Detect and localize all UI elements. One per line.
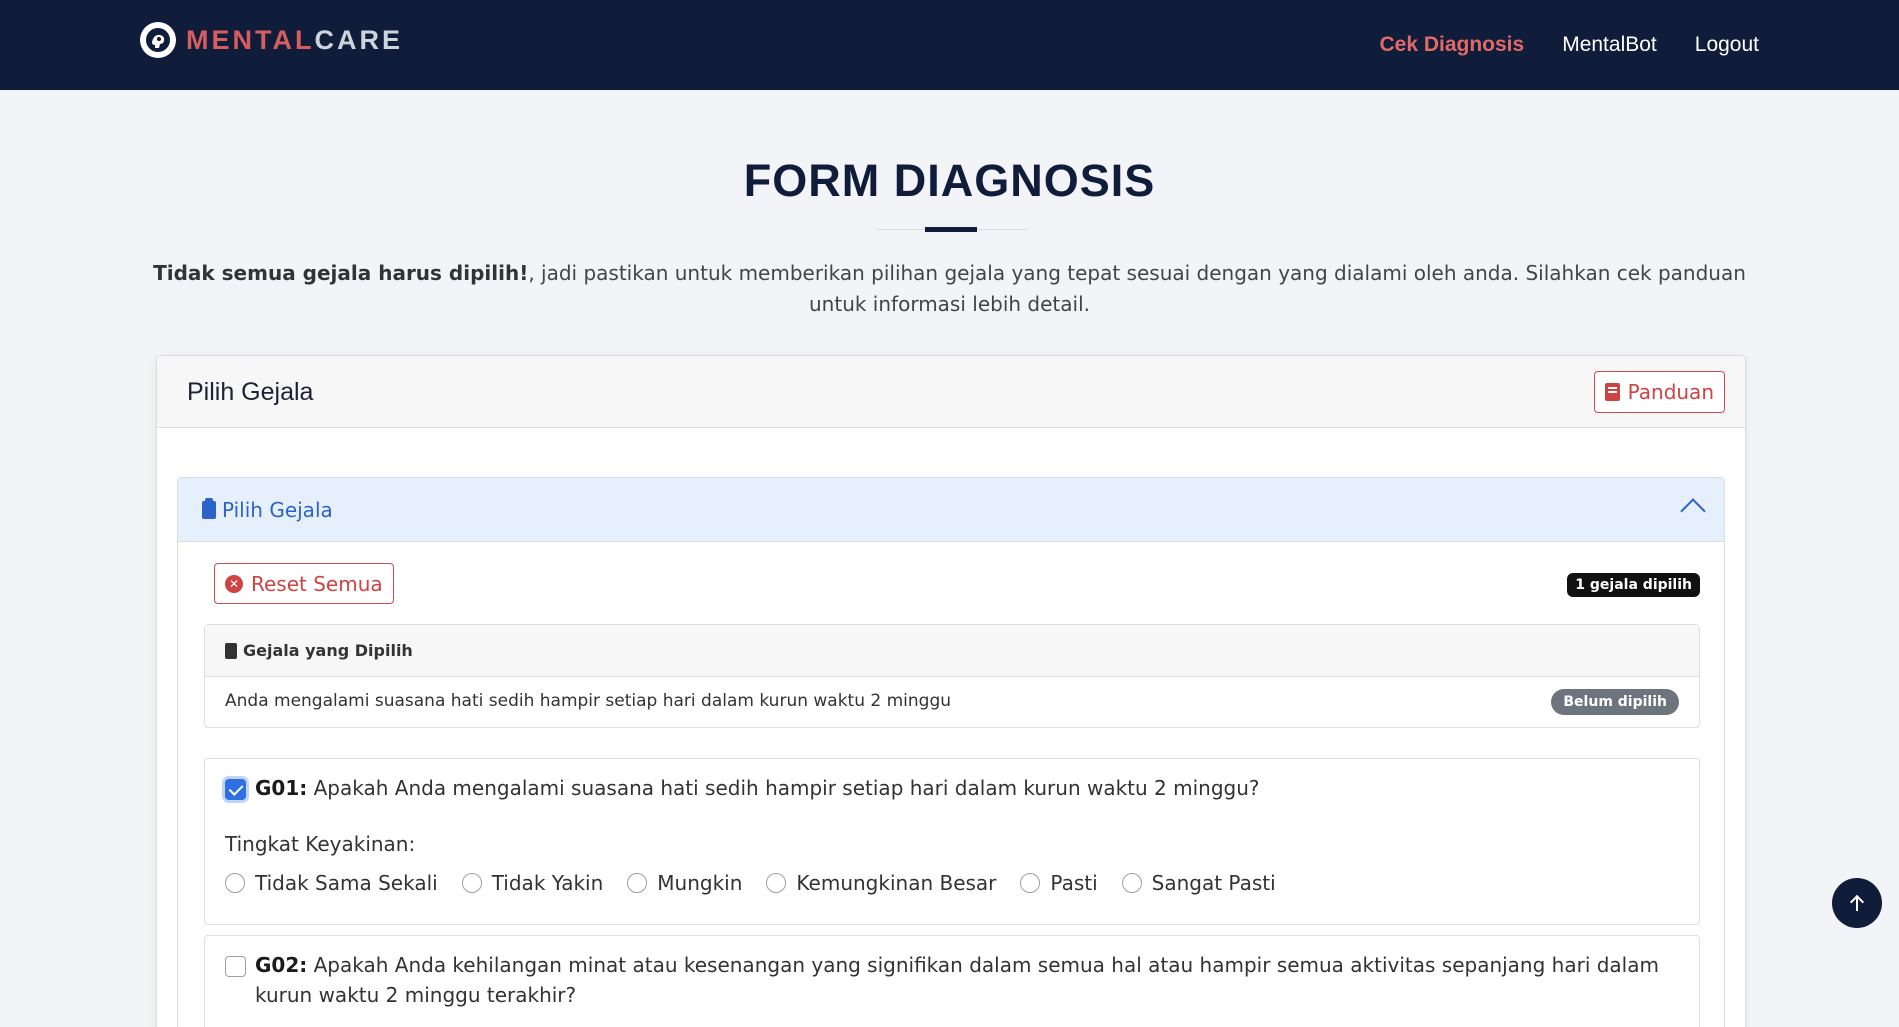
question-text-g02: G02: Apakah Anda kehilangan minat atau k… [255,950,1681,1010]
radio-button[interactable] [1121,873,1142,893]
brand-name-part1: MENTAL [186,24,315,55]
nav-link-mentalbot[interactable]: MentalBot [1562,33,1657,57]
radio-button[interactable] [1020,873,1041,893]
option-label: Sangat Pasti [1151,871,1276,895]
card-header: Pilih Gejala Panduan [157,356,1745,428]
confidence-option-mungkin[interactable]: Mungkin [627,871,742,895]
radio-button[interactable] [766,873,787,893]
reset-all-button[interactable]: ✕ Reset Semua [214,563,394,604]
intro-rest: , jadi pastikan untuk memberikan pilihan… [528,261,1746,316]
option-label: Kemungkinan Besar [796,871,997,895]
question-text-g01: G01: Apakah Anda mengalami suasana hati … [255,773,1681,803]
option-label: Tidak Sama Sekali [255,871,438,895]
brain-logo-icon [140,22,176,58]
option-label: Pasti [1050,871,1098,895]
question-code-g02: G02: [255,953,308,977]
question-card-g02: G02: Apakah Anda kehilangan minat atau k… [204,935,1700,1027]
clipboard-icon [202,498,216,519]
symptom-checkbox-g02[interactable] [225,956,246,977]
nav-link-cek-diagnosis[interactable]: Cek Diagnosis [1379,33,1524,57]
confidence-option-pasti[interactable]: Pasti [1020,871,1098,895]
confidence-label: Tingkat Keyakinan: [225,832,416,856]
guide-button[interactable]: Panduan [1593,371,1725,413]
navbar: MENTALCARE Cek Diagnosis MentalBot Logou… [0,0,1899,90]
close-circle-icon: ✕ [225,574,243,593]
title-divider-bar [925,227,977,232]
question-body-g02: Apakah Anda kehilangan minat atau kesena… [255,953,1659,1007]
reset-all-label: Reset Semua [251,571,383,596]
guide-button-label: Panduan [1627,380,1714,404]
selected-symptom-item: Anda mengalami suasana hati sedih hampir… [225,691,952,711]
nav-link-logout[interactable]: Logout [1695,33,1759,57]
book-icon [1604,383,1620,401]
option-label: Mungkin [657,871,743,895]
symptom-accordion: Pilih Gejala ✕ Reset Semua 1 gejala dipi… [177,477,1725,1027]
arrow-up-icon [1850,895,1864,911]
radio-button[interactable] [461,873,482,893]
brand-logo-link[interactable]: MENTALCARE [140,22,403,58]
intro-bold: Tidak semua gejala harus dipilih! [153,261,529,285]
clipboard-check-icon [225,642,237,659]
accordion-title-label: Pilih Gejala [222,498,333,522]
confidence-option-tidak-yakin[interactable]: Tidak Yakin [461,871,604,895]
selected-symptoms-title: Gejala yang Dipilih [225,641,413,660]
scroll-to-top-button[interactable] [1832,878,1882,928]
confidence-options: Tidak Sama Sekali Tidak Yakin Mungkin Ke… [225,871,1300,895]
selected-count-badge: 1 gejala dipilih [1567,573,1700,597]
confidence-option-kemungkinan-besar[interactable]: Kemungkinan Besar [766,871,996,895]
question-body-g01: Apakah Anda mengalami suasana hati sedih… [307,776,1260,800]
confidence-option-tidak-sama-sekali[interactable]: Tidak Sama Sekali [225,871,438,895]
selected-symptoms-title-label: Gejala yang Dipilih [243,641,413,660]
option-label: Tidak Yakin [491,871,604,895]
symptom-checkbox-g01[interactable] [225,779,246,800]
radio-button[interactable] [225,873,245,893]
accordion-title: Pilih Gejala [202,498,333,522]
symptom-card: Pilih Gejala Panduan Pilih Gejala ✕ Rese… [156,355,1746,1027]
chevron-up-icon[interactable] [1680,498,1706,524]
confidence-option-sangat-pasti[interactable]: Sangat Pasti [1121,871,1276,895]
radio-button[interactable] [627,873,648,893]
accordion-header[interactable]: Pilih Gejala [178,478,1724,542]
question-card-g01: G01: Apakah Anda mengalami suasana hati … [204,758,1700,925]
brand-name-part2: CARE [314,24,403,55]
page-title: FORM DIAGNOSIS [743,155,1156,206]
intro-text: Tidak semua gejala harus dipilih!, jadi … [145,258,1754,320]
nav-links: Cek Diagnosis MentalBot Logout [1341,0,1759,90]
card-title: Pilih Gejala [187,378,314,406]
selected-symptoms-header: Gejala yang Dipilih [205,625,1699,677]
question-code-g01: G01: [255,776,308,800]
brand-name: MENTALCARE [186,25,403,56]
selected-symptoms-box: Gejala yang Dipilih Anda mengalami suasa… [204,624,1700,728]
status-badge: Belum dipilih [1551,689,1679,715]
